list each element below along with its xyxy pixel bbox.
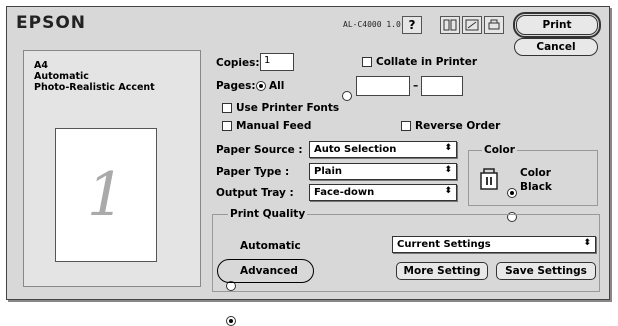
- printer-utility-icon: [488, 19, 500, 30]
- paper-type-label: Paper Type :: [216, 166, 290, 178]
- paper-type-value: Plain: [314, 166, 343, 177]
- manual-feed-checkbox[interactable]: [222, 121, 232, 131]
- use-printer-fonts-checkbox[interactable]: [222, 103, 232, 113]
- paper-source-popup[interactable]: Auto Selection ⬍: [309, 141, 457, 158]
- popup-arrows-icon: ⬍: [444, 186, 452, 196]
- use-printer-fonts-label: Use Printer Fonts: [236, 102, 340, 114]
- mode-summary: Automatic: [34, 71, 89, 82]
- pages-all-radio[interactable]: [256, 81, 266, 91]
- print-button[interactable]: Print: [513, 12, 601, 38]
- output-tray-popup[interactable]: Face-down ⬍: [309, 184, 457, 201]
- automatic-label: Automatic: [240, 240, 301, 252]
- paper-type-popup[interactable]: Plain ⬍: [309, 163, 457, 180]
- color-radio[interactable]: [507, 188, 517, 198]
- cancel-button[interactable]: Cancel: [514, 38, 598, 56]
- page-number: 1: [86, 160, 126, 230]
- popup-arrows-icon: ⬍: [583, 238, 591, 248]
- pages-range-dash: –: [413, 80, 419, 92]
- reverse-order-checkbox[interactable]: [401, 121, 411, 131]
- reverse-order-label: Reverse Order: [415, 120, 501, 132]
- pages-from-input[interactable]: [356, 76, 410, 96]
- color-cartridge-icon: [480, 168, 498, 190]
- paper-size-summary: A4: [34, 60, 48, 71]
- driver-version: AL-C4000 1.0: [343, 20, 401, 29]
- pages-all-label: All: [269, 80, 285, 92]
- page-layout-button[interactable]: [440, 16, 460, 34]
- advanced-label: Advanced: [240, 265, 298, 277]
- copies-label: Copies:: [216, 57, 260, 69]
- popup-arrows-icon: ⬍: [444, 143, 452, 153]
- more-setting-button[interactable]: More Setting: [396, 262, 488, 280]
- help-button[interactable]: ?: [402, 16, 422, 34]
- advanced-radio[interactable]: [226, 316, 236, 326]
- pages-to-input[interactable]: [421, 76, 463, 96]
- paper-source-label: Paper Source :: [216, 144, 303, 156]
- pages-label: Pages:: [216, 80, 256, 92]
- copies-input[interactable]: 1: [260, 53, 294, 71]
- manual-feed-label: Manual Feed: [236, 120, 312, 132]
- settings-popup[interactable]: Current Settings ⬍: [392, 236, 596, 253]
- watermark-button[interactable]: [462, 16, 482, 34]
- brand-logo: EPSON: [16, 13, 86, 33]
- print-quality-title: Print Quality: [228, 208, 308, 220]
- color-group-title: Color: [482, 144, 517, 156]
- watermark-icon: [465, 19, 479, 31]
- save-settings-button[interactable]: Save Settings: [496, 262, 596, 280]
- setting-summary: Photo-Realistic Accent: [34, 82, 155, 93]
- black-option-label: Black: [520, 181, 552, 193]
- color-option-label: Color: [520, 167, 551, 179]
- collate-label: Collate in Printer: [376, 56, 477, 68]
- paper-source-value: Auto Selection: [314, 144, 397, 155]
- output-tray-label: Output Tray :: [216, 187, 294, 199]
- popup-arrows-icon: ⬍: [444, 165, 452, 175]
- collate-checkbox[interactable]: [362, 57, 372, 67]
- settings-value: Current Settings: [397, 239, 491, 250]
- output-tray-value: Face-down: [314, 187, 375, 198]
- page-layout-icon: [443, 19, 457, 31]
- pages-range-radio[interactable]: [342, 91, 352, 101]
- utility-button[interactable]: [484, 16, 504, 34]
- help-icon: ?: [408, 18, 416, 32]
